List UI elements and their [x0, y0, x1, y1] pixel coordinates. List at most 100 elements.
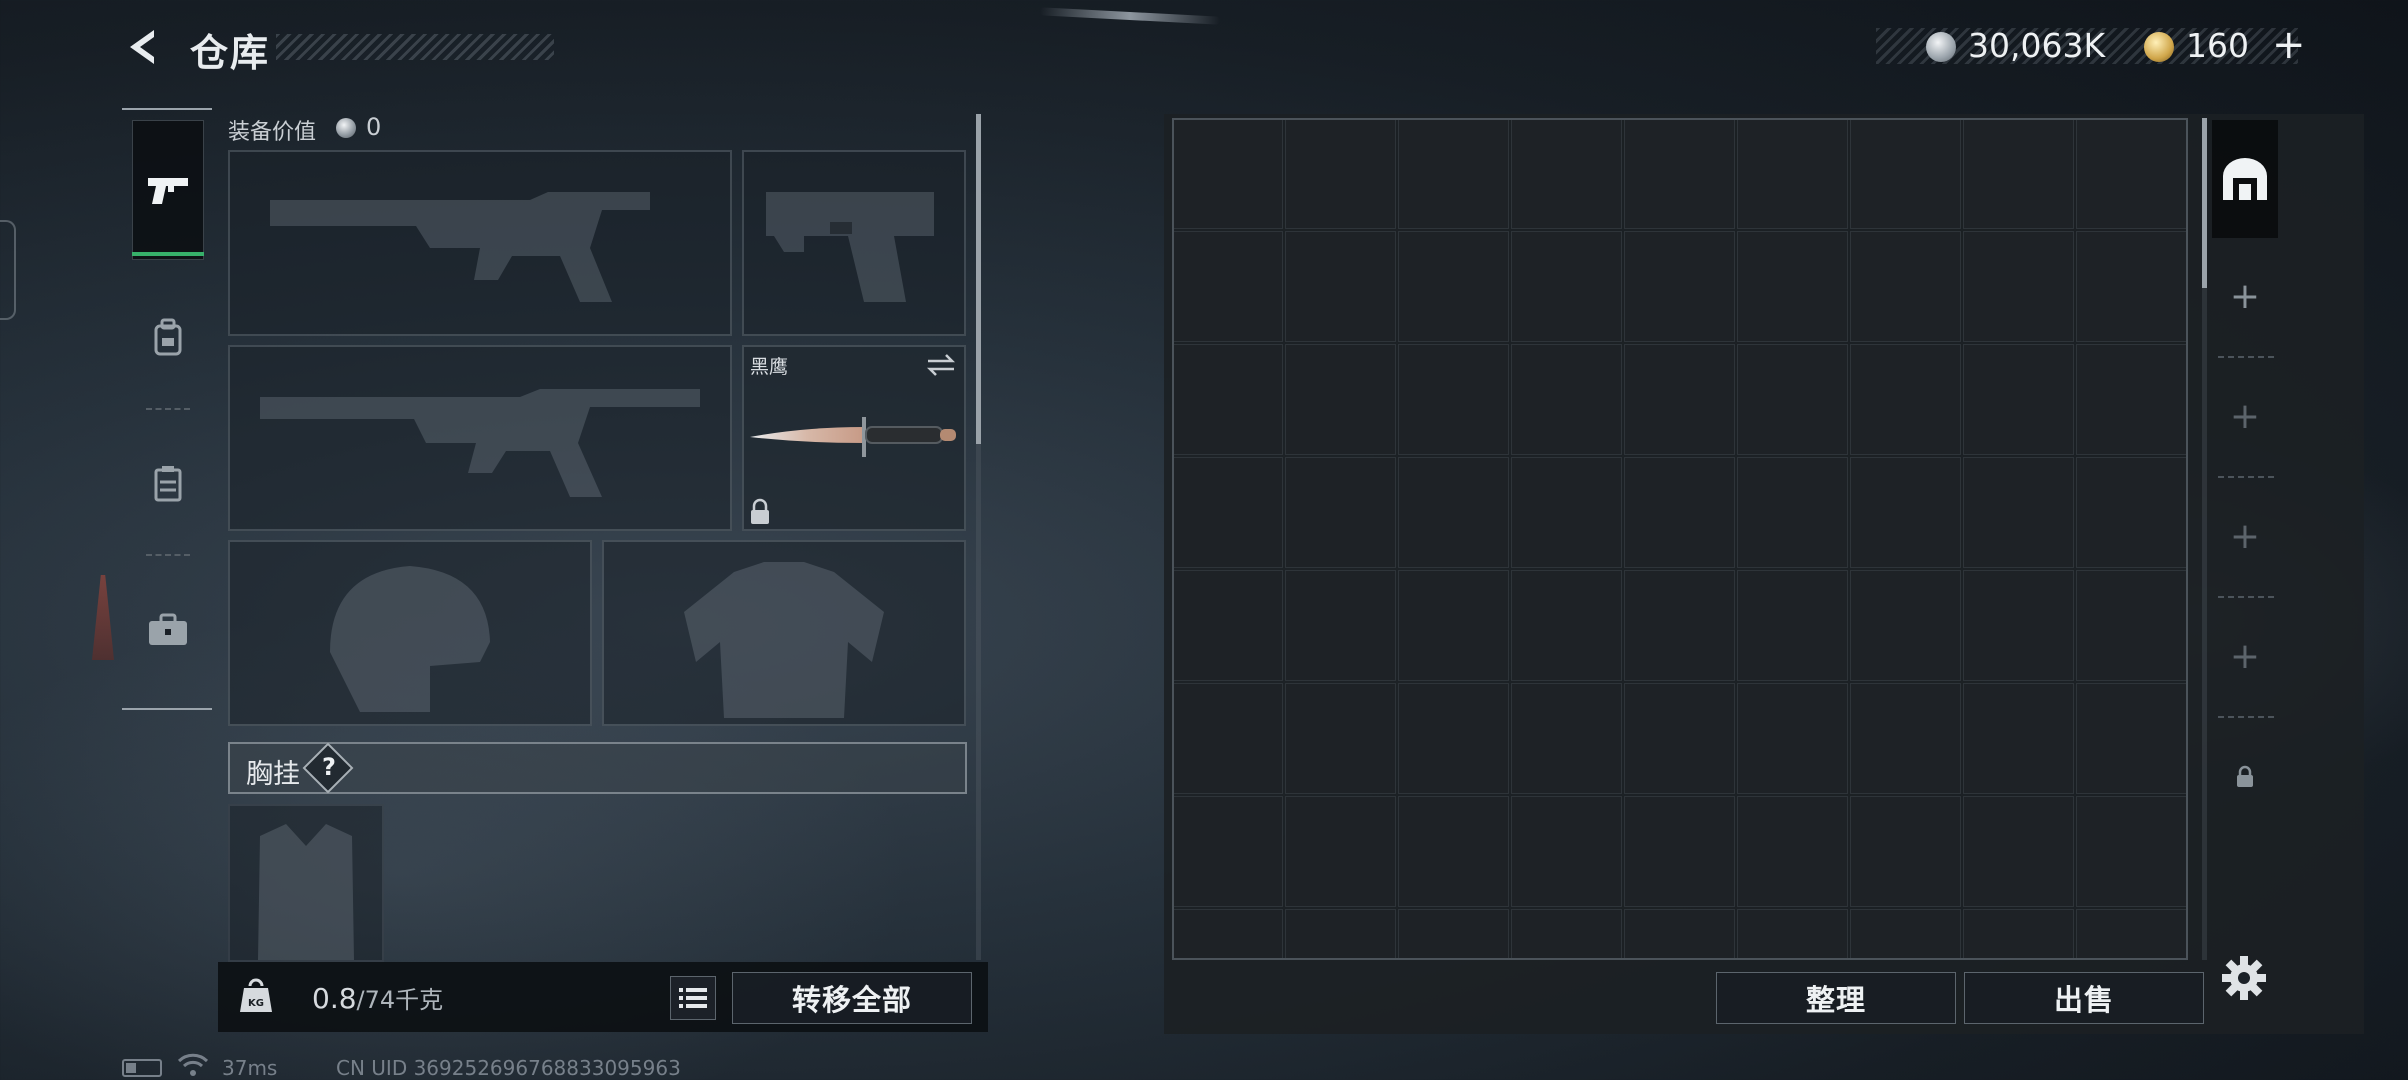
storage-grid-cell[interactable] [1963, 118, 2074, 229]
storage-grid-cell[interactable] [2076, 909, 2187, 960]
storage-grid-cell[interactable] [1285, 909, 1396, 960]
storage-grid-cell[interactable] [1850, 344, 1961, 455]
storage-grid-cell[interactable] [2076, 231, 2187, 342]
storage-grid-cell[interactable] [1963, 909, 2074, 960]
storage-grid-cell[interactable] [1624, 344, 1735, 455]
storage-grid-cell[interactable] [1511, 909, 1622, 960]
storage-grid-cell[interactable] [1511, 118, 1622, 229]
back-arrow-icon[interactable] [120, 24, 166, 70]
storage-grid-cell[interactable] [1850, 683, 1961, 794]
storage-grid-cell[interactable] [1624, 796, 1735, 907]
storage-grid-cell[interactable] [2076, 457, 2187, 568]
swap-icon[interactable] [924, 352, 958, 378]
storage-grid-cell[interactable] [1398, 118, 1509, 229]
pistol-slot[interactable] [742, 150, 966, 336]
equipment-scrollbar-thumb[interactable] [976, 114, 981, 444]
storage-grid-cell[interactable] [1285, 118, 1396, 229]
storage-grid-cell[interactable] [2076, 344, 2187, 455]
settings-gear-icon[interactable] [2218, 952, 2270, 1004]
storage-grid-cell[interactable] [1624, 683, 1735, 794]
storage-grid-cell[interactable] [1511, 683, 1622, 794]
storage-grid-cell[interactable] [1398, 683, 1509, 794]
storage-scrollbar-thumb[interactable] [2202, 118, 2207, 288]
storage-grid-cell[interactable] [1398, 457, 1509, 568]
left-edge-tab[interactable] [0, 220, 16, 320]
storage-grid-cell[interactable] [1963, 570, 2074, 681]
storage-grid-cell[interactable] [1511, 570, 1622, 681]
storage-grid-cell[interactable] [1737, 570, 1848, 681]
storage-grid-cell[interactable] [1285, 683, 1396, 794]
chest-rig-slot[interactable] [228, 804, 384, 962]
storage-grid-cell[interactable] [1398, 231, 1509, 342]
storage-grid-cell[interactable] [1963, 796, 2074, 907]
primary-weapon-slot[interactable] [228, 150, 732, 336]
storage-grid-cell[interactable] [2076, 570, 2187, 681]
storage-grid-cell[interactable] [1285, 231, 1396, 342]
storage-grid-cell[interactable] [1963, 344, 2074, 455]
storage-grid-cell[interactable] [1624, 457, 1735, 568]
helmet-slot[interactable] [228, 540, 592, 726]
secondary-weapon-slot[interactable] [228, 345, 732, 531]
storage-grid-cell[interactable] [1285, 344, 1396, 455]
storage-grid-cell[interactable] [1737, 231, 1848, 342]
storage-grid-cell[interactable] [1850, 457, 1961, 568]
storage-grid-cell[interactable] [1172, 683, 1283, 794]
storage-grid-cell[interactable] [1398, 344, 1509, 455]
storage-grid-cell[interactable] [1624, 570, 1735, 681]
storage-grid-cell[interactable] [1737, 909, 1848, 960]
storage-grid-cell[interactable] [1737, 457, 1848, 568]
storage-grid-cell[interactable] [1285, 796, 1396, 907]
storage-grid-cell[interactable] [1963, 231, 2074, 342]
nav-item-weapons[interactable] [132, 120, 204, 260]
storage-grid-cell[interactable] [1398, 570, 1509, 681]
storage-grid-cell[interactable] [1624, 909, 1735, 960]
storage-tab-add-1[interactable]: + [2212, 238, 2278, 356]
storage-grid-cell[interactable] [1737, 344, 1848, 455]
storage-grid-cell[interactable] [1963, 683, 2074, 794]
storage-grid-cell[interactable] [1398, 796, 1509, 907]
nav-item-backpack[interactable] [132, 268, 204, 408]
storage-grid-cell[interactable] [1850, 909, 1961, 960]
storage-grid-cell[interactable] [1511, 796, 1622, 907]
storage-grid-cell[interactable] [1285, 457, 1396, 568]
storage-grid-cell[interactable] [1850, 231, 1961, 342]
storage-tab-warehouse[interactable] [2212, 120, 2278, 238]
storage-tab-locked[interactable] [2212, 718, 2278, 836]
storage-tab-add-2[interactable]: + [2212, 358, 2278, 476]
storage-grid-cell[interactable] [1172, 796, 1283, 907]
storage-grid-cell[interactable] [1172, 344, 1283, 455]
storage-grid-cell[interactable] [1624, 231, 1735, 342]
storage-grid-cell[interactable] [1172, 231, 1283, 342]
storage-grid-cell[interactable] [1172, 457, 1283, 568]
transfer-all-button[interactable]: 转移全部 [732, 972, 972, 1024]
storage-grid-cell[interactable] [1850, 118, 1961, 229]
storage-grid-cell[interactable] [1285, 570, 1396, 681]
list-view-button[interactable] [670, 976, 716, 1020]
storage-grid-cell[interactable] [2076, 683, 2187, 794]
storage-grid-cell[interactable] [1511, 344, 1622, 455]
storage-grid-cell[interactable] [1737, 683, 1848, 794]
storage-grid-cell[interactable] [1624, 118, 1735, 229]
storage-grid[interactable] [1172, 118, 2188, 960]
storage-grid-cell[interactable] [1737, 118, 1848, 229]
nav-item-chest-rig[interactable] [132, 414, 204, 554]
tidy-button[interactable]: 整理 [1716, 972, 1956, 1024]
storage-grid-cell[interactable] [2076, 118, 2187, 229]
storage-grid-cell[interactable] [1511, 457, 1622, 568]
storage-grid-cell[interactable] [1850, 796, 1961, 907]
storage-grid-cell[interactable] [2076, 796, 2187, 907]
nav-item-case[interactable] [132, 560, 204, 700]
storage-grid-cell[interactable] [1172, 118, 1283, 229]
add-currency-button[interactable]: + [2272, 22, 2306, 68]
storage-tab-add-4[interactable]: + [2212, 598, 2278, 716]
armor-slot[interactable] [602, 540, 966, 726]
storage-grid-cell[interactable] [1737, 796, 1848, 907]
storage-grid-cell[interactable] [1850, 570, 1961, 681]
storage-grid-cell[interactable] [1172, 909, 1283, 960]
storage-grid-cell[interactable] [1172, 570, 1283, 681]
storage-grid-cell[interactable] [1511, 231, 1622, 342]
storage-tab-add-3[interactable]: + [2212, 478, 2278, 596]
storage-grid-cell[interactable] [1398, 909, 1509, 960]
sell-button[interactable]: 出售 [1964, 972, 2204, 1024]
storage-grid-cell[interactable] [1963, 457, 2074, 568]
